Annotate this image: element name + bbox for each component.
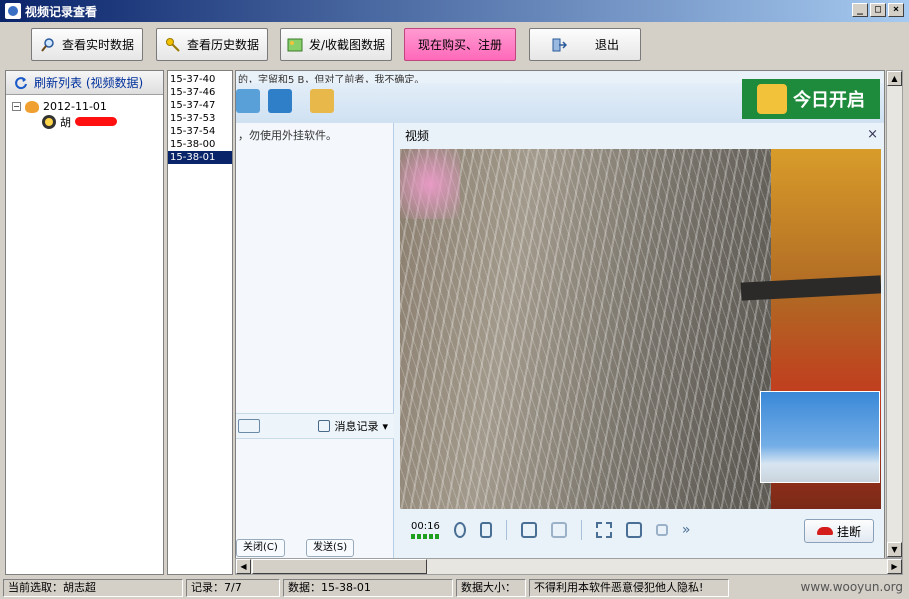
vertical-scrollbar[interactable]: ▲ ▼ <box>886 70 903 558</box>
speaker-icon[interactable] <box>479 522 492 538</box>
video-list-panel: 刷新列表 (视频数据) − 2012-11-01 胡 <box>5 70 164 575</box>
screenshot-viewer: 的，字留和5 B，但对了前者，我不确定。 今日开启 ，勿使用外挂软件。 消息记录… <box>235 70 885 575</box>
chevron-down-icon: ▾ <box>382 419 388 433</box>
history-data-label: 查看历史数据 <box>186 38 259 52</box>
call-timer-text: 00:16 <box>411 521 440 532</box>
time-item[interactable]: 15-37-54 <box>168 125 232 138</box>
watermark: www.wooyun.org <box>800 580 903 594</box>
close-chat-button[interactable]: 关闭(C) <box>236 539 285 557</box>
microphone-icon[interactable] <box>453 522 466 538</box>
clipboard-icon <box>310 89 334 113</box>
tree-user-node[interactable]: 胡 <box>12 114 157 129</box>
message-record-button[interactable]: 消息记录 ▾ <box>318 418 388 434</box>
self-view-video <box>760 391 880 483</box>
title-bar: 视频记录查看 _ □ × <box>0 0 909 22</box>
tree-date-label: 2012-11-01 <box>43 100 107 113</box>
status-data-time: 数据：15-38-01 <box>283 579 453 597</box>
buy-register-label: 现在购买、注册 <box>417 38 502 52</box>
exit-label: 退出 <box>594 38 619 52</box>
window-controls: _ □ × <box>852 3 904 17</box>
video-pane: 视频 × 00:16 » 挂断 <box>395 123 884 574</box>
ad-banner[interactable]: 今日开启 <box>742 79 880 119</box>
refresh-icon <box>15 76 27 89</box>
maximize-button[interactable]: □ <box>870 3 886 17</box>
phone-icon <box>816 527 833 535</box>
magnifier-icon <box>41 37 54 52</box>
time-item[interactable]: 15-37-47 <box>168 99 232 112</box>
status-notice: 不得利用本软件恶意侵犯他人隐私! <box>529 579 729 597</box>
screenshot-data-label: 发/收截图数据 <box>308 38 386 52</box>
history-data-button[interactable]: 查看历史数据 <box>156 28 268 61</box>
send-button[interactable]: 发送(S) <box>306 539 355 557</box>
time-item[interactable]: 15-37-40 <box>168 73 232 86</box>
tree-user-label: 胡 <box>60 115 71 129</box>
user-icon <box>42 114 56 129</box>
video-light <box>400 149 460 219</box>
status-bar: 当前选取：胡志超 记录：7/7 数据：15-38-01 数据大小： 不得利用本软… <box>0 577 909 599</box>
toolbar: 查看实时数据 查看历史数据 发/收截图数据 现在购买、注册 退出 <box>0 22 909 68</box>
date-node-icon <box>25 100 39 113</box>
minimize-button[interactable]: _ <box>852 3 868 17</box>
scroll-right-icon[interactable]: ▶ <box>887 559 902 574</box>
buy-register-button[interactable]: 现在购买、注册 <box>404 28 516 61</box>
game-logo-icon <box>757 84 787 114</box>
chat-notice: ，勿使用外挂软件。 <box>238 129 337 142</box>
time-item[interactable]: 15-37-53 <box>168 112 232 125</box>
fullscreen-icon[interactable] <box>625 522 642 538</box>
camera-icon[interactable] <box>520 522 537 538</box>
horizontal-scrollbar[interactable]: ◀ ▶ <box>235 558 903 575</box>
pip-toggle-icon[interactable] <box>655 524 668 536</box>
scroll-left-icon[interactable]: ◀ <box>236 559 251 574</box>
screenshot-data-button[interactable]: 发/收截图数据 <box>280 28 392 61</box>
swap-view-icon[interactable] <box>595 522 612 538</box>
hangup-label: 挂断 <box>836 524 861 539</box>
chat-bottom-buttons: 关闭(C) 发送(S) <box>236 537 394 559</box>
status-data-size: 数据大小： <box>456 579 526 597</box>
video-close-icon[interactable]: × <box>867 127 878 142</box>
status-current-selection: 当前选取：胡志超 <box>3 579 183 597</box>
scroll-thumb[interactable] <box>252 559 427 574</box>
more-icon[interactable]: » <box>682 522 691 538</box>
snapshot-icon[interactable] <box>550 522 567 538</box>
time-item[interactable]: 15-37-46 <box>168 86 232 99</box>
realtime-data-button[interactable]: 查看实时数据 <box>31 28 143 61</box>
scroll-down-icon[interactable]: ▼ <box>887 542 902 557</box>
hangup-button[interactable]: 挂断 <box>804 519 874 543</box>
chat-tool-icon[interactable] <box>238 419 260 433</box>
key-icon <box>165 37 180 52</box>
tree-date-node[interactable]: − 2012-11-01 <box>12 99 157 114</box>
separator <box>580 520 582 540</box>
signal-bars-icon <box>411 534 440 539</box>
close-button[interactable]: × <box>888 3 904 17</box>
realtime-data-label: 查看实时数据 <box>61 38 134 52</box>
separator <box>505 520 507 540</box>
status-record-count: 记录：7/7 <box>186 579 280 597</box>
window-title: 视频记录查看 <box>25 4 98 19</box>
collapse-icon[interactable]: − <box>12 102 21 111</box>
time-item-selected[interactable]: 15-38-01 <box>168 151 232 164</box>
record-tree: − 2012-11-01 胡 <box>6 95 163 133</box>
refresh-list-label: 刷新列表 (视频数据) <box>34 76 144 90</box>
exit-door-icon <box>552 38 567 51</box>
redaction-mark <box>75 117 117 126</box>
record-icon <box>318 420 331 432</box>
exit-button[interactable]: 退出 <box>529 28 641 61</box>
message-record-label: 消息记录 <box>334 420 379 433</box>
add-app-icon <box>236 89 260 113</box>
scroll-up-icon[interactable]: ▲ <box>887 71 902 86</box>
screen-share-icon <box>268 89 292 113</box>
chat-input-toolbar: 消息记录 ▾ <box>236 413 394 439</box>
chat-pane: ，勿使用外挂软件。 消息记录 ▾ 关闭(C) 发送(S) <box>236 123 394 574</box>
video-title: 视频 <box>405 128 430 143</box>
time-list: 15-37-40 15-37-46 15-37-47 15-37-53 15-3… <box>167 70 233 575</box>
picture-icon <box>287 38 303 51</box>
time-item[interactable]: 15-38-00 <box>168 138 232 151</box>
ad-banner-text: 今日开启 <box>793 90 865 111</box>
call-timer: 00:16 <box>411 521 440 539</box>
app-icon <box>5 3 21 19</box>
video-header: 视频 <box>395 123 884 147</box>
refresh-list-button[interactable]: 刷新列表 (视频数据) <box>6 71 163 95</box>
